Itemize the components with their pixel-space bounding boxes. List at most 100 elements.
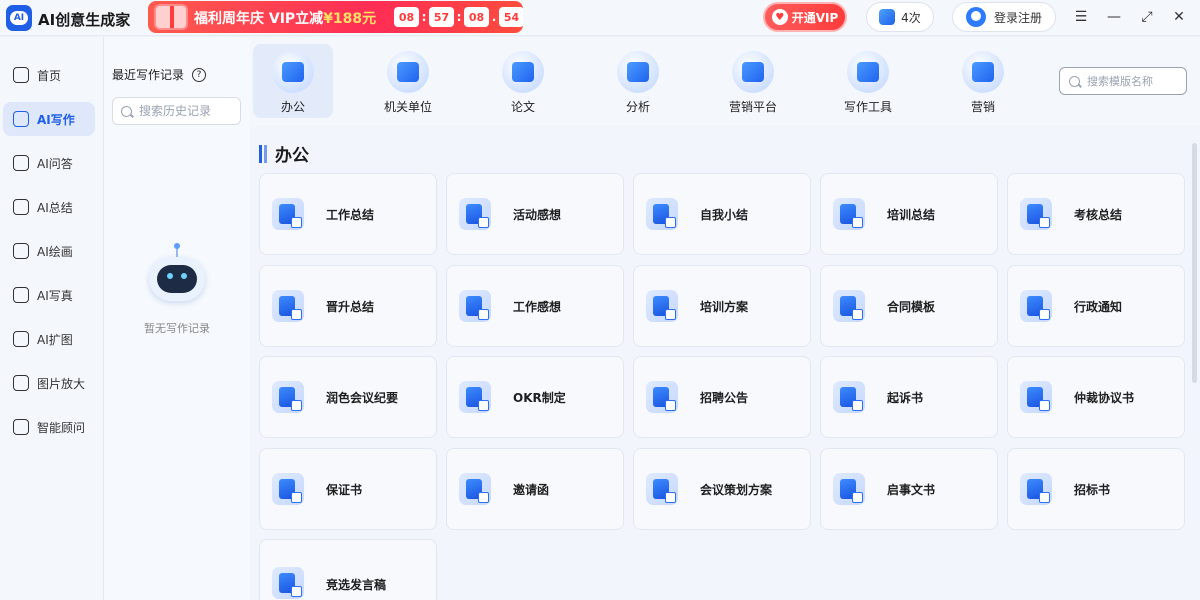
menu-icon[interactable]: ☰ xyxy=(1072,8,1090,26)
template-card[interactable]: 启事文书 xyxy=(820,448,998,530)
promo-banner[interactable]: 福利周年庆 VIP立减¥188元 08 : 57 : 08 . 54 xyxy=(148,1,523,33)
template-card[interactable]: 培训方案 xyxy=(633,265,811,347)
template-label: 晋升总结 xyxy=(326,299,375,314)
template-card[interactable]: 会议策划方案 xyxy=(633,448,811,530)
countdown-centiseconds: 54 xyxy=(499,7,523,27)
category-label: 写作工具 xyxy=(843,100,892,114)
section-accent xyxy=(264,144,267,163)
nav-item-image-upscale[interactable]: 图片放大 xyxy=(3,366,95,400)
category-marketing[interactable]: 营销 xyxy=(943,44,1023,118)
nav-item-label: 智能顾问 xyxy=(37,420,86,435)
template-search-input[interactable] xyxy=(1087,74,1187,88)
history-search-box[interactable] xyxy=(112,97,241,125)
app-title: AI创意生成家 xyxy=(38,11,131,29)
template-label: 培训方案 xyxy=(700,299,749,314)
category-writing-tools[interactable]: 写作工具 xyxy=(828,44,908,118)
template-card[interactable]: 仲裁协议书 xyxy=(1007,356,1185,438)
nav-item-ai-qa[interactable]: AI问答 xyxy=(3,146,95,180)
gift-icon xyxy=(154,4,188,30)
template-card[interactable]: 考核总结 xyxy=(1007,173,1185,255)
nav-item-ai-portrait[interactable]: AI写真 xyxy=(3,278,95,312)
template-search-box[interactable] xyxy=(1059,67,1187,95)
category-government[interactable]: 机关单位 xyxy=(368,44,448,118)
document-icon xyxy=(13,199,29,215)
template-icon xyxy=(1020,381,1052,413)
category-label: 营销平台 xyxy=(728,100,777,114)
screen-icon xyxy=(732,51,774,93)
template-icon xyxy=(272,198,304,230)
promo-text: 福利周年庆 VIP立减¥188元 xyxy=(194,8,376,28)
title-bar: AI AI创意生成家 福利周年庆 VIP立减¥188元 08 : 57 : 08… xyxy=(0,0,1200,36)
nav-item-ai-expand[interactable]: AI扩图 xyxy=(3,322,95,356)
template-card[interactable]: 自我小结 xyxy=(633,173,811,255)
nav-item-ai-summary[interactable]: AI总结 xyxy=(3,190,95,224)
template-label: 合同模板 xyxy=(887,299,936,314)
template-card[interactable]: 保证书 xyxy=(259,448,437,530)
countdown-timer: 08 : 57 : 08 . 54 xyxy=(394,7,523,27)
countdown-separator: : xyxy=(421,10,427,24)
category-analysis[interactable]: 分析 xyxy=(598,44,678,118)
history-search-input[interactable] xyxy=(139,104,235,118)
template-card[interactable]: 润色会议纪要 xyxy=(259,356,437,438)
template-card[interactable]: 工作总结 xyxy=(259,173,437,255)
chart-icon xyxy=(617,51,659,93)
template-label: 保证书 xyxy=(326,482,363,497)
template-label: 招标书 xyxy=(1074,482,1111,497)
template-card[interactable]: 竞选发言稿 xyxy=(259,539,437,600)
close-icon[interactable]: ✕ xyxy=(1170,8,1188,26)
empty-history-text: 暂无写作记录 xyxy=(144,322,210,335)
template-label: 起诉书 xyxy=(887,390,924,405)
history-title-text: 最近写作记录 xyxy=(112,68,185,82)
nav-item-label: AI总结 xyxy=(37,200,73,215)
template-card[interactable]: 工作感想 xyxy=(446,265,624,347)
template-label: OKR制定 xyxy=(513,390,566,405)
nav-item-label: 首页 xyxy=(37,68,62,83)
help-icon[interactable]: ? xyxy=(192,67,207,82)
template-card[interactable]: 活动感想 xyxy=(446,173,624,255)
minimize-icon[interactable]: — xyxy=(1105,8,1123,26)
template-icon xyxy=(272,567,304,599)
nav-item-label: AI写作 xyxy=(37,112,75,127)
template-icon xyxy=(272,290,304,322)
countdown-separator: : xyxy=(456,10,462,24)
template-label: 润色会议纪要 xyxy=(326,390,399,405)
chat-icon xyxy=(13,155,29,171)
template-icon xyxy=(272,473,304,505)
template-card[interactable]: 招标书 xyxy=(1007,448,1185,530)
search-icon xyxy=(1069,75,1080,87)
template-label: 考核总结 xyxy=(1074,207,1123,222)
app-logo-text: AI xyxy=(10,11,28,25)
template-card[interactable]: 行政通知 xyxy=(1007,265,1185,347)
maximize-icon[interactable]: ⤢ xyxy=(1138,8,1156,26)
category-marketing-platform[interactable]: 营销平台 xyxy=(713,44,793,118)
template-card[interactable]: 招聘公告 xyxy=(633,356,811,438)
login-register-button[interactable]: 登录注册 xyxy=(952,2,1056,32)
countdown-separator: . xyxy=(491,10,497,24)
template-card[interactable]: 培训总结 xyxy=(820,173,998,255)
countdown-hours: 08 xyxy=(394,7,419,27)
nav-item-ai-painting[interactable]: AI绘画 xyxy=(3,234,95,268)
section-accent xyxy=(259,144,262,163)
template-card[interactable]: 起诉书 xyxy=(820,356,998,438)
nav-item-home[interactable]: 首页 xyxy=(3,58,95,92)
template-label: 工作总结 xyxy=(326,207,375,222)
category-bar: 办公 机关单位 论文 分析 营销平台 写作工具 营销 xyxy=(250,37,1200,127)
briefcase-icon xyxy=(272,51,314,93)
template-card[interactable]: 晋升总结 xyxy=(259,265,437,347)
portrait-icon xyxy=(13,287,29,303)
open-vip-button[interactable]: ♥ 开通VIP xyxy=(763,2,847,32)
template-card[interactable]: 合同模板 xyxy=(820,265,998,347)
template-label: 招聘公告 xyxy=(700,390,749,405)
robot-icon xyxy=(13,419,29,435)
scrollbar[interactable] xyxy=(1192,143,1197,383)
category-thesis[interactable]: 论文 xyxy=(483,44,563,118)
nav-item-ai-writing[interactable]: AI写作 xyxy=(3,102,95,136)
template-card[interactable]: OKR制定 xyxy=(446,356,624,438)
template-card[interactable]: 邀请函 xyxy=(446,448,624,530)
nav-item-label: AI问答 xyxy=(37,156,73,171)
credits-button[interactable]: 4次 xyxy=(866,2,934,32)
category-office[interactable]: 办公 xyxy=(253,44,333,118)
template-icon xyxy=(833,198,865,230)
nav-item-label: AI绘画 xyxy=(37,244,73,259)
nav-item-smart-advisor[interactable]: 智能顾问 xyxy=(3,410,95,444)
